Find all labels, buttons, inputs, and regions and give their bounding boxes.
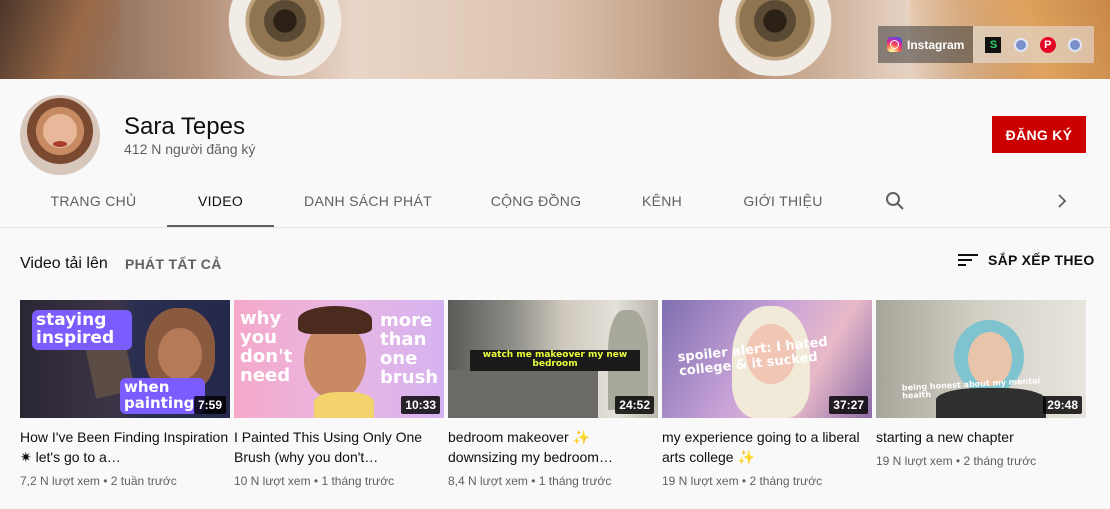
video-title[interactable]: bedroom makeover ✨ downsizing my bedroom… bbox=[448, 427, 658, 467]
tab-videos[interactable]: VIDEO bbox=[167, 177, 274, 227]
video-meta: 7,2 N lượt xem • 2 tuần trước bbox=[20, 474, 177, 488]
video-views: 8,4 N lượt xem bbox=[448, 474, 528, 488]
thumbnail-caption: when painting bbox=[120, 378, 205, 414]
other-links: S P bbox=[973, 26, 1094, 63]
banner-links: Instagram S P bbox=[878, 26, 1094, 63]
video-age: 2 tuần trước bbox=[110, 474, 177, 488]
thumbnail-caption: watch me makeover my new bedroom bbox=[470, 350, 640, 371]
tab-channels[interactable]: KÊNH bbox=[628, 177, 696, 227]
sort-button[interactable]: SẮP XẾP THEO bbox=[958, 252, 1095, 268]
channel-tabs: TRANG CHỦ VIDEO DANH SÁCH PHÁT CỘNG ĐỒNG… bbox=[0, 177, 1110, 227]
video-meta: 19 N lượt xem • 2 tháng trước bbox=[662, 474, 823, 488]
video-thumbnail[interactable]: why you don't need more than one brush 1… bbox=[234, 300, 444, 418]
banner-eye-left bbox=[210, 0, 360, 76]
video-grid: staying inspired when painting 7:59 How … bbox=[20, 300, 1090, 500]
video-views: 10 N lượt xem bbox=[234, 474, 311, 488]
video-duration: 29:48 bbox=[1043, 396, 1082, 414]
channel-name: Sara Tepes bbox=[124, 113, 245, 140]
video-meta: 10 N lượt xem • 1 tháng trước bbox=[234, 474, 395, 488]
video-card[interactable]: spoiler alert: I hated college & it suck… bbox=[662, 300, 872, 488]
video-views: 19 N lượt xem bbox=[662, 474, 739, 488]
video-meta: 8,4 N lượt xem • 1 tháng trước bbox=[448, 474, 612, 488]
subscriber-count: 412 N người đăng ký bbox=[124, 141, 256, 157]
video-views: 7,2 N lượt xem bbox=[20, 474, 100, 488]
video-duration: 7:59 bbox=[193, 396, 226, 414]
video-age: 2 tháng trước bbox=[749, 474, 823, 488]
thumbnail-caption: staying inspired bbox=[32, 310, 132, 350]
videos-section: Video tải lên PHÁT TẤT CẢ SẮP XẾP THEO s… bbox=[0, 227, 1110, 509]
video-duration: 37:27 bbox=[829, 396, 868, 414]
globe-icon[interactable] bbox=[1067, 37, 1082, 52]
banner-eye-right bbox=[700, 0, 850, 76]
video-thumbnail[interactable]: watch me makeover my new bedroom 24:52 bbox=[448, 300, 658, 418]
chevron-right-icon[interactable] bbox=[1054, 191, 1070, 211]
play-all-button[interactable]: PHÁT TẤT CẢ bbox=[125, 256, 222, 272]
pinterest-icon[interactable]: P bbox=[1039, 36, 1056, 53]
tab-home[interactable]: TRANG CHỦ bbox=[37, 177, 150, 227]
video-duration: 24:52 bbox=[615, 396, 654, 414]
channel-avatar[interactable] bbox=[20, 95, 100, 175]
video-title[interactable]: I Painted This Using Only One Brush (why… bbox=[234, 427, 444, 467]
subscribe-button[interactable]: ĐĂNG KÝ bbox=[992, 116, 1086, 153]
video-views: 19 N lượt xem bbox=[876, 454, 953, 468]
video-age: 1 tháng trước bbox=[538, 474, 612, 488]
video-duration: 10:33 bbox=[401, 396, 440, 414]
instagram-link-label: Instagram bbox=[907, 37, 965, 52]
banner-hair-left bbox=[0, 0, 120, 79]
video-meta: 19 N lượt xem • 2 tháng trước bbox=[876, 454, 1037, 468]
video-thumbnail[interactable]: being honest about my mental health 29:4… bbox=[876, 300, 1086, 418]
tab-community[interactable]: CỘNG ĐỒNG bbox=[480, 177, 592, 227]
video-card[interactable]: why you don't need more than one brush 1… bbox=[234, 300, 444, 488]
video-title[interactable]: How I've Been Finding Inspiration ✷ let'… bbox=[20, 427, 230, 467]
tab-playlists[interactable]: DANH SÁCH PHÁT bbox=[292, 177, 444, 227]
search-icon[interactable] bbox=[885, 191, 905, 211]
video-card[interactable]: staying inspired when painting 7:59 How … bbox=[20, 300, 230, 488]
sort-label: SẮP XẾP THEO bbox=[988, 252, 1095, 268]
tab-about[interactable]: GIỚI THIỆU bbox=[732, 177, 834, 227]
video-age: 2 tháng trước bbox=[963, 454, 1037, 468]
channel-banner: Instagram S P bbox=[0, 0, 1110, 79]
video-card[interactable]: being honest about my mental health 29:4… bbox=[876, 300, 1086, 468]
section-title: Video tải lên bbox=[20, 255, 108, 272]
thumbnail-caption: why you don't need bbox=[240, 308, 293, 386]
video-age: 1 tháng trước bbox=[321, 474, 395, 488]
instagram-link[interactable]: Instagram bbox=[878, 26, 974, 63]
s-app-icon[interactable]: S bbox=[985, 36, 1002, 53]
video-card[interactable]: watch me makeover my new bedroom 24:52 b… bbox=[448, 300, 658, 488]
instagram-icon bbox=[887, 37, 902, 52]
channel-header: Sara Tepes 412 N người đăng ký ĐĂNG KÝ T… bbox=[0, 79, 1110, 227]
video-title[interactable]: my experience going to a liberal arts co… bbox=[662, 427, 872, 467]
thumbnail-caption: more than one brush bbox=[380, 310, 439, 388]
sort-icon bbox=[958, 252, 978, 268]
globe-icon[interactable] bbox=[1013, 37, 1028, 52]
video-thumbnail[interactable]: staying inspired when painting 7:59 bbox=[20, 300, 230, 418]
video-thumbnail[interactable]: spoiler alert: I hated college & it suck… bbox=[662, 300, 872, 418]
